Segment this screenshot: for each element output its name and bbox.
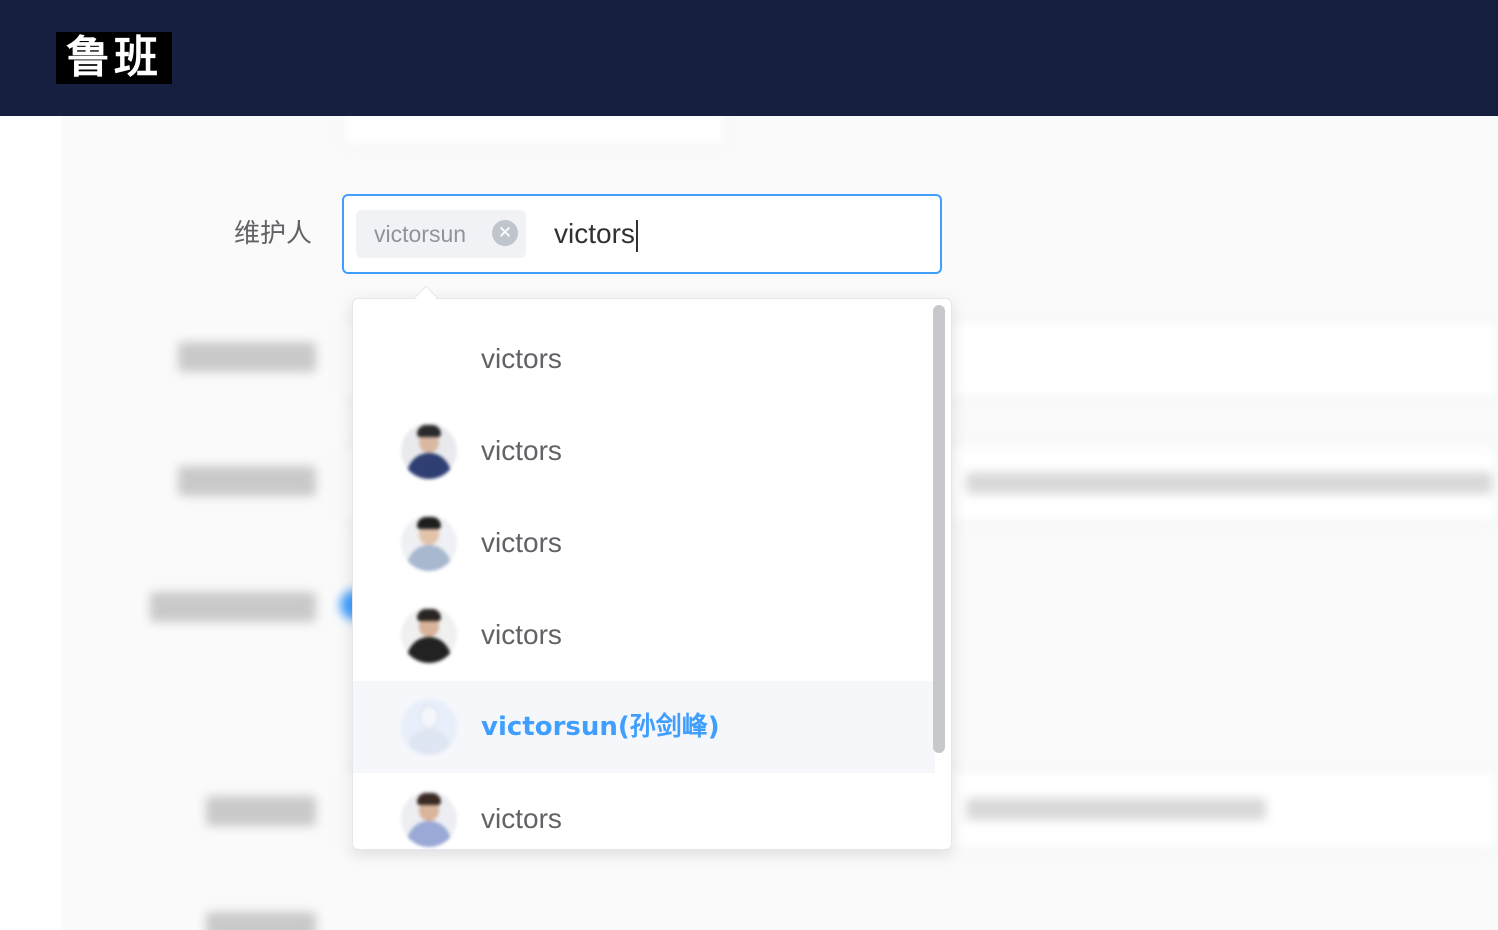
option-label: victors: [481, 435, 562, 466]
option-label: victors: [481, 343, 562, 374]
option-item[interactable]: victors: [353, 589, 935, 681]
dropdown-scrollbar[interactable]: [933, 305, 945, 753]
tag-label: victorsun: [374, 221, 467, 247]
top-navigation-bar: 鲁班: [0, 0, 1498, 116]
maintainer-label: 维护人: [234, 219, 313, 249]
selected-user-tag: victorsun ✕: [356, 210, 526, 258]
option-item[interactable]: victors: [353, 773, 935, 849]
blurred-label: [178, 342, 316, 372]
close-icon[interactable]: ✕: [492, 220, 518, 246]
search-input[interactable]: victors: [554, 196, 638, 272]
option-item-highlighted[interactable]: victorsun(孙剑峰): [353, 681, 935, 773]
user-avatar: [401, 515, 457, 571]
option-item[interactable]: victors: [353, 497, 935, 589]
search-query: victors: [554, 218, 635, 249]
option-item[interactable]: victors: [353, 405, 935, 497]
option-label: victors: [481, 619, 562, 650]
app-logo[interactable]: 鲁班: [56, 32, 172, 84]
blurred-field-text: [966, 472, 1492, 494]
user-suggestion-dropdown: victors victors victors victors victorsu…: [352, 298, 952, 850]
blurred-label: [178, 466, 316, 496]
option-item[interactable]: victors: [353, 313, 935, 405]
option-label: victors: [481, 527, 562, 558]
blurred-label: [150, 592, 316, 622]
option-label: victors: [481, 803, 562, 834]
default-avatar-icon: [401, 699, 457, 755]
option-label: victorsun(孙剑峰): [481, 712, 720, 742]
user-avatar: [401, 423, 457, 479]
maintainer-select[interactable]: victorsun ✕ victors: [342, 194, 942, 274]
text-cursor: [635, 219, 638, 252]
blurred-label: [206, 796, 316, 826]
user-avatar: [401, 791, 457, 847]
blurred-label: [206, 912, 316, 930]
user-avatar: [401, 607, 457, 663]
left-rail: [0, 116, 62, 930]
blurred-field-text: [966, 798, 1266, 820]
